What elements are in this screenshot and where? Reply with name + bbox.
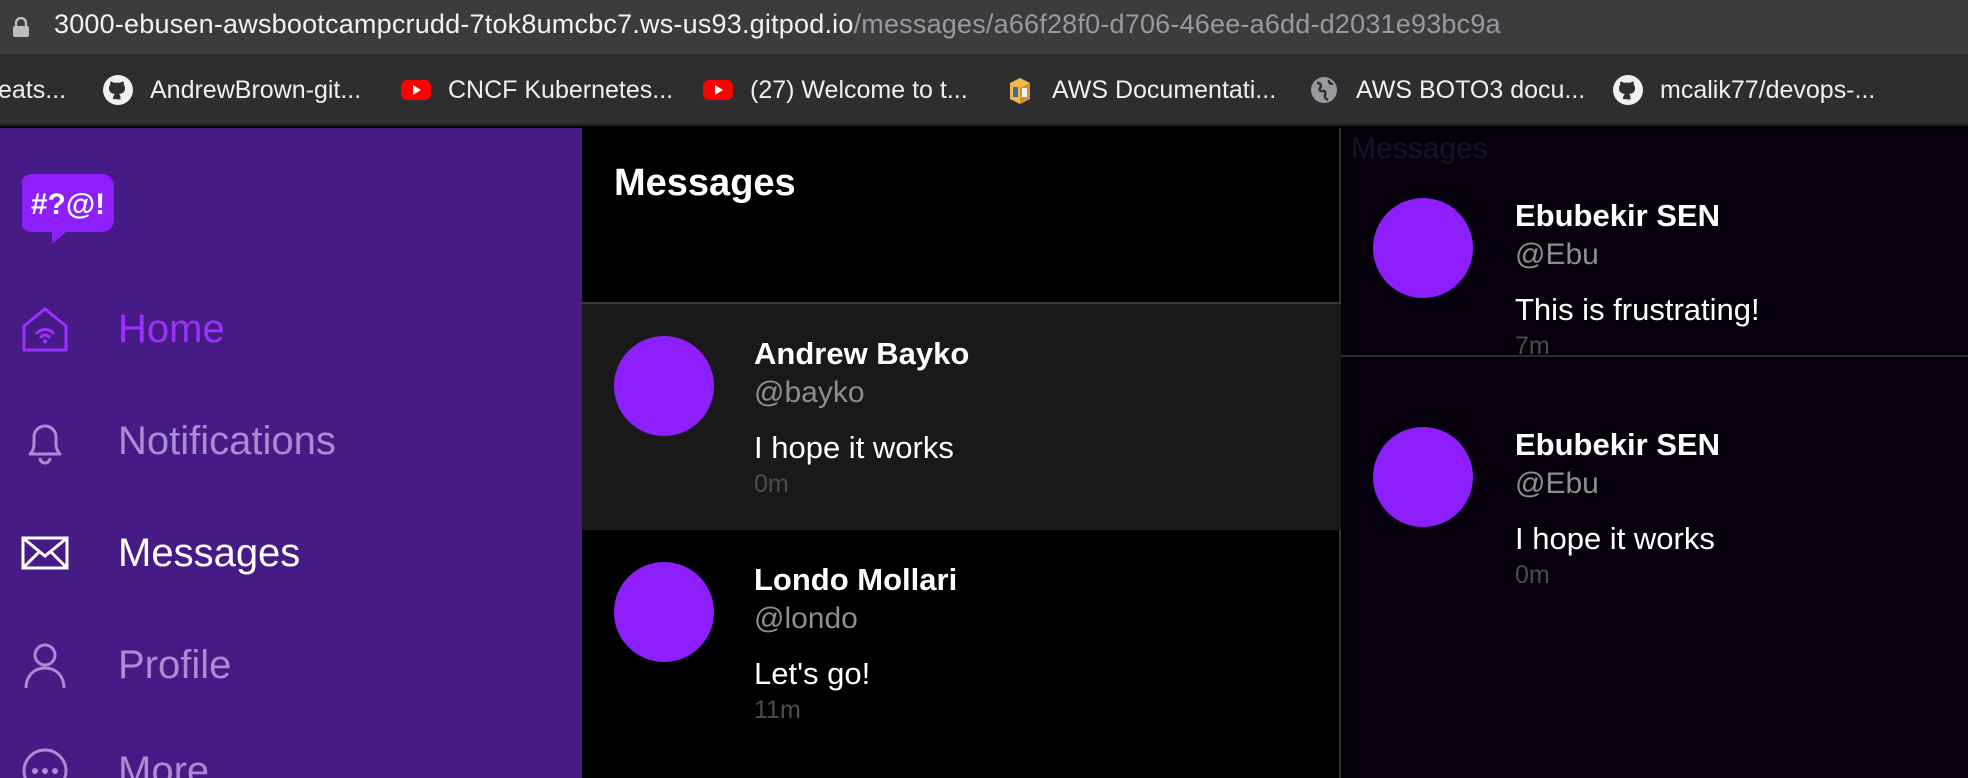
person-icon	[24, 643, 66, 689]
message-groups-panel: Messages Andrew Bayko @bayko I hope it w…	[582, 128, 1341, 778]
youtube-icon	[703, 80, 733, 100]
group-time: 11m	[754, 696, 801, 724]
github-icon	[1613, 75, 1643, 105]
bookmark-label: AWS BOTO3 docu...	[1356, 75, 1586, 104]
group-display-name: Andrew Bayko	[754, 336, 970, 371]
bookmark-item[interactable]: AWS Documentati...	[1004, 70, 1276, 110]
message-time: 0m	[1515, 561, 1550, 589]
bookmarks-bar: eats... AndrewBrown-git... CNCF Kubernet…	[0, 54, 1968, 126]
nav-home-label: Home	[118, 306, 225, 351]
bookmark-item[interactable]: CNCF Kubernetes...	[400, 70, 673, 110]
github-icon	[103, 75, 133, 105]
bookmark-item[interactable]: mcalik77/devops-...	[1612, 70, 1875, 110]
group-last-message: Let's go!	[754, 656, 871, 691]
nav-messages[interactable]: Messages	[0, 518, 582, 588]
group-time: 0m	[754, 470, 789, 498]
globe-icon	[1311, 77, 1337, 103]
sidebar: #?@! Home Notifications Messages Profile…	[0, 128, 582, 778]
bookmark-label: (27) Welcome to t...	[750, 75, 968, 104]
url-text[interactable]: 3000-ebusen-awsbootcampcrudd-7tok8umcbc7…	[54, 9, 1501, 40]
message-group-item[interactable]: Andrew Bayko @bayko I hope it works 0m	[582, 304, 1341, 530]
url-path: /messages/a66f28f0-d706-46ee-a6dd-d2031e…	[853, 9, 1501, 39]
avatar	[1373, 198, 1473, 298]
lock-icon	[13, 17, 29, 37]
avatar	[1373, 427, 1473, 527]
app-logo[interactable]: #?@!	[22, 168, 120, 248]
message-display-name: Ebubekir SEN	[1515, 427, 1720, 462]
message-text: I hope it works	[1515, 521, 1715, 556]
group-display-name: Londo Mollari	[754, 562, 958, 597]
bookmark-label: eats...	[0, 75, 67, 104]
aws-docs-icon	[1010, 78, 1030, 104]
message-handle: @Ebu	[1515, 467, 1599, 500]
bookmark-label: CNCF Kubernetes...	[448, 75, 674, 104]
nav-profile-label: Profile	[118, 642, 232, 687]
envelope-icon	[21, 536, 69, 570]
message-groups-header: Messages	[582, 128, 1341, 304]
bookmark-item[interactable]: AndrewBrown-git...	[102, 70, 361, 110]
nav-profile[interactable]: Profile	[0, 630, 582, 700]
bookmark-label: AWS Documentati...	[1052, 75, 1277, 104]
logo-text: #?@!	[31, 188, 105, 221]
bookmark-label: AndrewBrown-git...	[150, 75, 362, 104]
group-handle: @londo	[754, 602, 858, 635]
message-group-item[interactable]: Londo Mollari @londo Let's go! 11m	[582, 530, 1341, 756]
nav-messages-label: Messages	[118, 530, 301, 575]
bookmark-item[interactable]: (27) Welcome to t...	[702, 70, 968, 110]
nav-notifications[interactable]: Notifications	[0, 406, 582, 476]
message-item[interactable]: Ebubekir SEN @Ebu This is frustrating! 7…	[1341, 128, 1968, 360]
bell-icon	[28, 424, 62, 465]
nav-home[interactable]: Home	[0, 294, 582, 364]
avatar	[614, 336, 714, 436]
group-handle: @bayko	[754, 376, 865, 409]
bookmark-item[interactable]: AWS BOTO3 docu...	[1308, 70, 1585, 110]
message-text: This is frustrating!	[1515, 292, 1760, 327]
bookmark-item[interactable]: eats...	[0, 70, 66, 110]
group-last-message: I hope it works	[754, 430, 954, 465]
address-bar[interactable]: 3000-ebusen-awsbootcampcrudd-7tok8umcbc7…	[0, 0, 1968, 54]
home-icon	[22, 307, 68, 352]
youtube-icon	[401, 80, 431, 100]
message-handle: @Ebu	[1515, 238, 1599, 271]
avatar	[614, 562, 714, 662]
message-item[interactable]: Ebubekir SEN @Ebu I hope it works 0m	[1341, 357, 1968, 589]
message-display-name: Ebubekir SEN	[1515, 198, 1720, 233]
more-icon	[22, 748, 68, 778]
page-title: Messages	[614, 162, 796, 204]
conversation-panel: Messages Ebubekir SEN @Ebu This is frust…	[1341, 128, 1968, 778]
nav-more[interactable]: More	[0, 736, 582, 778]
url-host: 3000-ebusen-awsbootcampcrudd-7tok8umcbc7…	[54, 9, 854, 39]
nav-notifications-label: Notifications	[118, 418, 336, 463]
bookmark-label: mcalik77/devops-...	[1660, 75, 1876, 104]
nav-more-label: More	[118, 748, 210, 778]
